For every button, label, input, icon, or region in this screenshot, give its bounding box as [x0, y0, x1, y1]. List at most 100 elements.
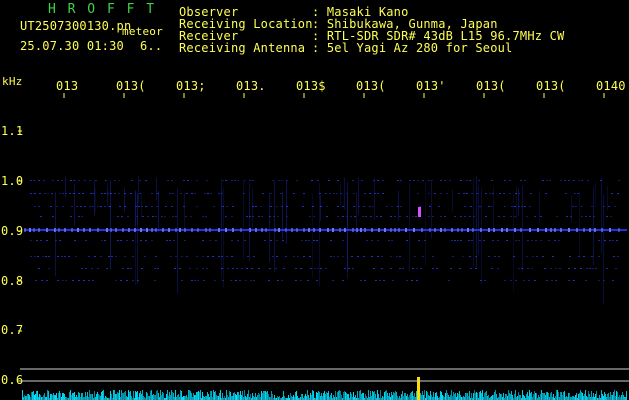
noise-bar — [304, 396, 305, 400]
noise-bar — [76, 395, 77, 400]
band-dot — [68, 256, 70, 257]
band-dot — [591, 206, 593, 207]
noise-bar — [58, 393, 59, 400]
band-dot — [550, 268, 552, 269]
band-dot — [78, 280, 80, 281]
noise-bar — [111, 394, 112, 400]
noise-bar — [92, 394, 93, 400]
noise-bar — [185, 396, 186, 400]
band-dot — [402, 268, 404, 269]
noise-bar — [242, 391, 243, 400]
band-dot — [57, 280, 59, 281]
band-dot — [342, 240, 344, 241]
noise-bar — [191, 393, 192, 400]
band-dot — [172, 193, 174, 194]
band-dot — [108, 256, 110, 257]
noise-bar — [33, 391, 34, 400]
noise-bar — [114, 390, 115, 400]
band-dot — [417, 193, 419, 194]
band-dot — [81, 268, 83, 269]
band-dot — [383, 280, 385, 281]
band-dot — [61, 180, 63, 181]
band-dot — [432, 268, 434, 269]
noise-bar — [613, 392, 614, 400]
band-dot — [232, 206, 234, 207]
noise-bar — [105, 396, 106, 400]
noise-bar — [115, 394, 116, 400]
noise-bar — [175, 390, 176, 400]
noise-bar — [399, 396, 400, 400]
band-dot — [565, 193, 567, 194]
noise-bar — [335, 391, 336, 400]
band-dot — [75, 256, 77, 257]
noise-bar — [54, 395, 55, 400]
band-dot — [460, 180, 462, 181]
noise-bar — [51, 394, 52, 400]
noise-bar — [436, 392, 437, 400]
band-dot — [206, 180, 208, 181]
band-dot — [155, 216, 157, 217]
band-dot — [295, 280, 297, 281]
band-dot — [450, 268, 452, 269]
band-dot — [399, 268, 401, 269]
band-dot — [139, 193, 141, 194]
noise-bar — [328, 391, 329, 400]
band-dot — [617, 193, 619, 194]
streak — [137, 194, 138, 285]
band-dot — [65, 280, 67, 281]
band-dot — [206, 268, 208, 269]
band-dot — [247, 256, 249, 257]
band-dot — [446, 193, 448, 194]
noise-bar — [116, 394, 117, 400]
carrier-dot — [197, 228, 199, 232]
band-dot — [210, 193, 212, 194]
band-dot — [566, 216, 568, 217]
band-dot — [415, 216, 417, 217]
carrier-dot — [545, 228, 547, 232]
carrier-dot — [64, 228, 66, 232]
noise-bar — [170, 395, 171, 400]
band-dot — [548, 240, 550, 241]
noise-bar — [430, 391, 431, 400]
carrier-dot — [537, 228, 539, 232]
band-dot — [510, 216, 512, 217]
noise-bar — [550, 393, 551, 400]
band-dot — [205, 216, 207, 217]
noise-bar — [368, 390, 369, 400]
noise-bar — [621, 395, 622, 400]
band-dot — [428, 193, 430, 194]
noise-bar — [603, 396, 604, 400]
streak — [107, 184, 108, 207]
carrier-dot — [71, 228, 73, 232]
band-dot — [169, 240, 171, 241]
band-dot — [230, 280, 232, 281]
band-dot — [524, 180, 526, 181]
noise-bar — [466, 393, 467, 400]
band-dot — [95, 180, 97, 181]
band-dot — [610, 216, 612, 217]
streak — [319, 182, 320, 286]
band-dot — [203, 280, 205, 281]
noise-bar — [347, 394, 348, 400]
band-dot — [141, 268, 143, 269]
noise-bar — [203, 396, 204, 400]
noise-bar — [261, 391, 262, 400]
noise-bar — [193, 393, 194, 400]
carrier-dot — [168, 228, 170, 232]
noise-bar — [495, 390, 496, 400]
band-dot — [258, 268, 260, 269]
noise-bar — [493, 395, 494, 400]
band-dot — [140, 240, 142, 241]
noise-bar — [528, 396, 529, 400]
band-dot — [286, 180, 288, 181]
streak — [110, 180, 111, 270]
band-dot — [371, 240, 373, 241]
band-dot — [409, 180, 411, 181]
band-dot — [38, 268, 40, 269]
noise-bar — [124, 392, 125, 400]
noise-bar — [161, 395, 162, 400]
band-dot — [85, 240, 87, 241]
noise-bar — [355, 395, 356, 400]
band-dot — [545, 193, 547, 194]
carrier-dot — [313, 228, 315, 232]
